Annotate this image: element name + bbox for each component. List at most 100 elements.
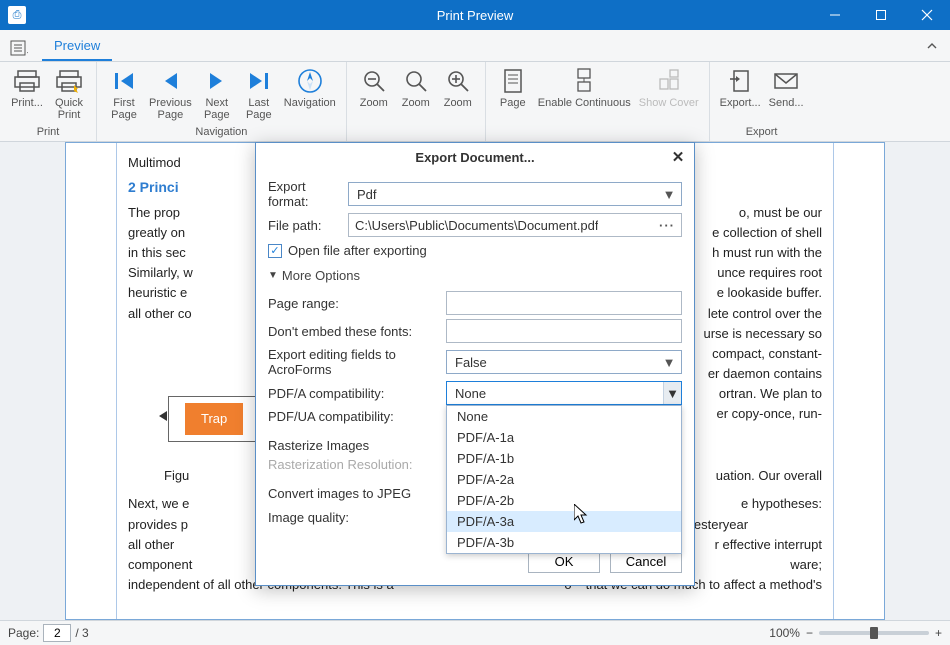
chevron-down-icon: ▼ xyxy=(661,187,677,202)
convert-jpeg-label: Convert images to JPEG xyxy=(268,486,446,501)
maximize-button[interactable] xyxy=(858,0,904,30)
ribbon-group-print: Print... Quick Print Print xyxy=(0,62,97,141)
no-embed-fonts-input[interactable] xyxy=(446,319,682,343)
doc-text: er daemon contains xyxy=(708,364,822,384)
ribbon-group-export: Export... Send... Export xyxy=(710,62,814,141)
enable-continuous-button[interactable]: Enable Continuous xyxy=(534,64,635,111)
ribbon: Print... Quick Print Print First Page Pr… xyxy=(0,62,950,142)
doc-text: e hypotheses: xyxy=(741,494,822,514)
page-label: Page: xyxy=(8,626,39,640)
page-button[interactable]: Page xyxy=(492,64,534,111)
chevron-down-icon: ▼ xyxy=(661,355,677,370)
acroforms-label: Export editing fields to AcroForms xyxy=(268,347,446,377)
titlebar: ⎙ Print Preview xyxy=(0,0,950,30)
export-icon xyxy=(725,66,755,96)
doc-text: lete control over the xyxy=(708,304,822,324)
no-embed-fonts-label: Don't embed these fonts: xyxy=(268,324,446,339)
pdfa-option[interactable]: PDF/A-2a xyxy=(447,469,681,490)
combo-value: None xyxy=(455,386,486,401)
continuous-icon xyxy=(569,66,599,96)
export-button[interactable]: Export... xyxy=(716,64,765,111)
doc-text: ortran. We plan to xyxy=(717,384,823,404)
statusbar: Page: / 3 100% − + xyxy=(0,620,950,645)
next-page-icon xyxy=(202,66,232,96)
chevron-down-icon: ▼ xyxy=(663,382,681,404)
pdfua-label: PDF/UA compatibility: xyxy=(268,409,446,424)
page-total: / 3 xyxy=(75,626,88,640)
quick-print-button[interactable]: Quick Print xyxy=(48,64,90,123)
zoom-percent: 100% xyxy=(769,626,800,640)
compass-icon xyxy=(295,66,325,96)
ribbon-group-zoom: Zoom Zoom Zoom xyxy=(347,62,486,141)
export-format-combo[interactable]: Pdf ▼ xyxy=(348,182,682,206)
file-path-value: C:\Users\Public\Documents\Document.pdf xyxy=(355,218,598,233)
doc-text: component xyxy=(128,555,192,575)
pdfa-option[interactable]: PDF/A-1b xyxy=(447,448,681,469)
tab-preview[interactable]: Preview xyxy=(42,32,112,61)
window-title: Print Preview xyxy=(437,8,514,23)
zoom-in-icon xyxy=(443,66,473,96)
triangle-down-icon: ▼ xyxy=(268,270,278,281)
more-options-toggle[interactable]: ▼ More Options xyxy=(268,268,682,283)
pdfa-option[interactable]: PDF/A-2b xyxy=(447,490,681,511)
doc-text: heuristic e xyxy=(128,283,187,303)
pdfa-option[interactable]: PDF/A-3b xyxy=(447,532,681,553)
pdfa-dropdown[interactable]: NonePDF/A-1aPDF/A-1bPDF/A-2aPDF/A-2bPDF/… xyxy=(446,405,682,554)
doc-text: greatly on xyxy=(128,223,185,243)
dialog-titlebar: Export Document... ✕ xyxy=(256,143,694,171)
doc-text: provides p xyxy=(128,515,188,535)
first-page-icon xyxy=(109,66,139,96)
dialog-close-button[interactable]: ✕ xyxy=(668,147,688,167)
pdfa-option[interactable]: PDF/A-3a xyxy=(447,511,681,532)
file-path-input[interactable]: C:\Users\Public\Documents\Document.pdf ·… xyxy=(348,213,682,237)
collapse-ribbon-button[interactable] xyxy=(924,38,940,54)
more-options-label: More Options xyxy=(282,268,360,283)
ribbon-group-page: Page Enable Continuous Show Cover xyxy=(486,62,710,141)
doc-text: compact, constant- xyxy=(712,344,822,364)
send-button[interactable]: Send... xyxy=(765,64,808,111)
previous-page-button[interactable]: Previous Page xyxy=(145,64,196,123)
doc-text: er copy-once, run- xyxy=(717,404,823,424)
next-page-button[interactable]: Next Page xyxy=(196,64,238,123)
page-range-label: Page range: xyxy=(268,296,446,311)
open-after-checkbox[interactable]: ✓ xyxy=(268,244,282,258)
doc-text: all other xyxy=(128,535,174,555)
ribbon-group-navigation: First Page Previous Page Next Page Last … xyxy=(97,62,347,141)
close-button[interactable] xyxy=(904,0,950,30)
doc-text: in this sec xyxy=(128,243,186,263)
current-page-input[interactable] xyxy=(43,624,71,642)
doc-text: Multimod xyxy=(128,153,181,173)
pdfa-option[interactable]: None xyxy=(447,406,681,427)
zoom-button[interactable]: Zoom xyxy=(395,64,437,111)
image-quality-label: Image quality: xyxy=(268,510,446,525)
navigation-button[interactable]: Navigation xyxy=(280,64,340,111)
doc-text: urse is necessary so xyxy=(704,324,823,344)
export-dialog: Export Document... ✕ Export format: Pdf … xyxy=(255,142,695,586)
zoom-out-small-button[interactable]: − xyxy=(806,626,813,640)
file-menu-button[interactable] xyxy=(6,35,32,61)
zoom-out-icon xyxy=(359,66,389,96)
first-page-button[interactable]: First Page xyxy=(103,64,145,123)
rasterize-label: Rasterize Images xyxy=(268,438,446,453)
pdfa-option[interactable]: PDF/A-1a xyxy=(447,427,681,448)
minimize-button[interactable] xyxy=(812,0,858,30)
pdfa-label: PDF/A compatibility: xyxy=(268,386,446,401)
acroforms-combo[interactable]: False ▼ xyxy=(446,350,682,374)
pdfa-combo[interactable]: None ▼ xyxy=(446,381,682,405)
print-button[interactable]: Print... xyxy=(6,64,48,111)
page-range-input[interactable] xyxy=(446,291,682,315)
zoom-in-button[interactable]: Zoom xyxy=(437,64,479,111)
browse-button[interactable]: ··· xyxy=(659,218,675,233)
dialog-title: Export Document... xyxy=(415,150,534,165)
export-format-label: Export format: xyxy=(268,179,348,209)
zoom-out-button[interactable]: Zoom xyxy=(353,64,395,111)
doc-figure-label: Trap xyxy=(185,403,243,435)
zoom-slider[interactable] xyxy=(819,631,929,635)
doc-text: e collection of shell xyxy=(712,223,822,243)
show-cover-button: Show Cover xyxy=(635,64,703,111)
zoom-in-small-button[interactable]: + xyxy=(935,626,942,640)
zoom-icon xyxy=(401,66,431,96)
app-window: ⎙ Print Preview Preview Print... xyxy=(0,0,950,645)
quick-print-icon xyxy=(54,66,84,96)
last-page-button[interactable]: Last Page xyxy=(238,64,280,123)
